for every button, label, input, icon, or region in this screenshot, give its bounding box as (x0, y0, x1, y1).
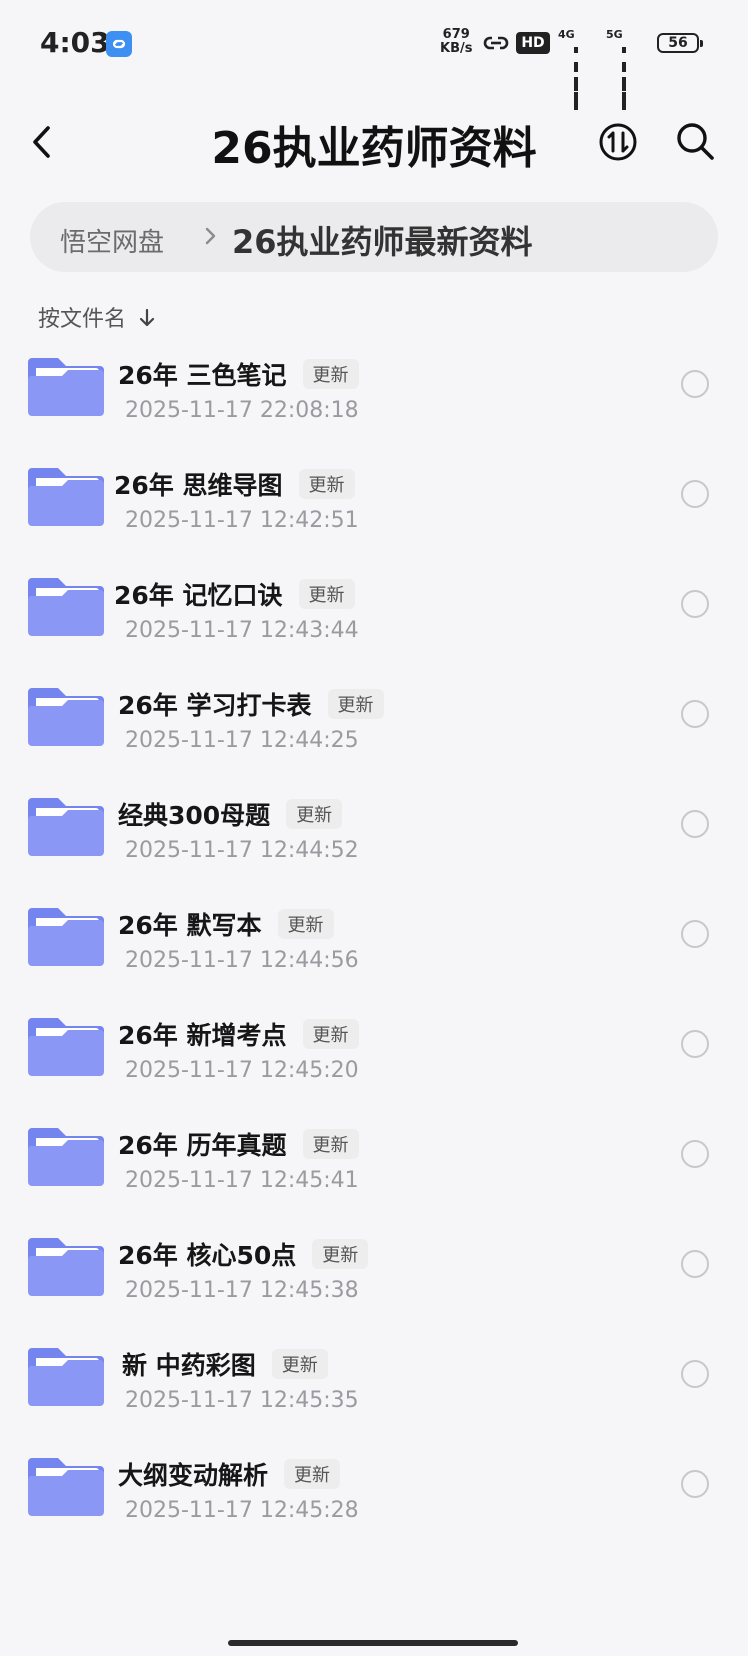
folder-row[interactable]: 26年 核心50点 更新 2025-11-17 12:45:38 (0, 1220, 748, 1335)
update-badge: 更新 (277, 909, 334, 939)
folder-icon (28, 688, 104, 746)
folder-date: 2025-11-17 12:43:44 (125, 618, 359, 643)
folder-name: 26年 新增考点 (118, 1021, 287, 1050)
folder-name: 大纲变动解析 (118, 1461, 269, 1490)
folder-row[interactable]: 新 中药彩图 更新 2025-11-17 12:45:35 (0, 1330, 748, 1445)
folder-icon (28, 908, 104, 966)
folder-row[interactable]: 26年 三色笔记 更新 2025-11-17 22:08:18 (0, 340, 748, 455)
update-badge: 更新 (327, 689, 384, 719)
folder-row[interactable]: 26年 记忆口诀 更新 2025-11-17 12:43:44 (0, 560, 748, 675)
folder-name: 26年 默写本 (118, 911, 262, 940)
status-time: 4:03 (40, 26, 110, 59)
folder-icon (28, 1348, 104, 1406)
folder-name-line: 26年 思维导图 更新 (114, 466, 355, 502)
update-badge: 更新 (271, 1349, 328, 1379)
update-badge: 更新 (298, 579, 355, 609)
folder-date: 2025-11-17 12:44:52 (125, 838, 359, 863)
folder-name: 经典300母题 (118, 801, 271, 830)
folder-date: 2025-11-17 12:45:20 (125, 1058, 359, 1083)
folder-icon (28, 1128, 104, 1186)
folder-name: 26年 核心50点 (118, 1241, 297, 1270)
update-badge: 更新 (302, 1019, 359, 1049)
folder-name-line: 新 中药彩图 更新 (122, 1346, 328, 1382)
folder-row[interactable]: 26年 学习打卡表 更新 2025-11-17 12:44:25 (0, 670, 748, 785)
folder-row[interactable]: 26年 默写本 更新 2025-11-17 12:44:56 (0, 890, 748, 1005)
battery-icon: 56 (657, 33, 703, 53)
link-app-icon (106, 31, 132, 57)
search-button[interactable] (674, 120, 716, 162)
folder-row[interactable]: 26年 历年真题 更新 2025-11-17 12:45:41 (0, 1110, 748, 1225)
folder-date: 2025-11-17 12:45:28 (125, 1498, 359, 1523)
update-badge: 更新 (298, 469, 355, 499)
folder-row[interactable]: 26年 新增考点 更新 2025-11-17 12:45:20 (0, 1000, 748, 1115)
breadcrumb: 悟空网盘 26执业药师最新资料 (30, 202, 718, 272)
sort-toggle-icon (599, 123, 637, 161)
select-checkbox[interactable] (681, 920, 709, 948)
folder-date: 2025-11-17 12:44:25 (125, 728, 359, 753)
folder-date: 2025-11-17 22:08:18 (125, 398, 359, 423)
breadcrumb-current: 26执业药师最新资料 (232, 223, 533, 261)
folder-date: 2025-11-17 12:44:56 (125, 948, 359, 973)
folder-row[interactable]: 经典300母题 更新 2025-11-17 12:44:52 (0, 780, 748, 895)
folder-name-line: 大纲变动解析 更新 (118, 1456, 341, 1492)
folder-icon (28, 578, 104, 636)
chevron-right-icon (205, 227, 216, 245)
signal-bars-icon (622, 34, 628, 110)
folder-row[interactable]: 大纲变动解析 更新 2025-11-17 12:45:28 (0, 1440, 748, 1555)
folder-name-line: 26年 历年真题 更新 (118, 1126, 359, 1162)
folder-date: 2025-11-17 12:45:35 (125, 1388, 359, 1413)
select-checkbox[interactable] (681, 1140, 709, 1168)
select-checkbox[interactable] (681, 810, 709, 838)
folder-name-line: 26年 记忆口诀 更新 (114, 576, 355, 612)
update-badge: 更新 (302, 359, 359, 389)
folder-icon (28, 468, 104, 526)
update-badge: 更新 (302, 1129, 359, 1159)
folder-date: 2025-11-17 12:42:51 (125, 508, 359, 533)
breadcrumb-root[interactable]: 悟空网盘 (60, 222, 164, 259)
folder-name-line: 26年 新增考点 更新 (118, 1016, 359, 1052)
sort-by-name-toggle[interactable]: 按文件名 (38, 301, 155, 333)
select-checkbox[interactable] (681, 370, 709, 398)
folder-name: 新 中药彩图 (122, 1351, 256, 1380)
select-checkbox[interactable] (681, 590, 709, 618)
folder-name: 26年 三色笔记 (118, 361, 287, 390)
folder-name: 26年 学习打卡表 (118, 691, 312, 720)
select-checkbox[interactable] (681, 1030, 709, 1058)
folder-icon (28, 1458, 104, 1516)
search-icon (677, 123, 714, 160)
sort-button[interactable] (598, 122, 638, 162)
folder-icon (28, 798, 104, 856)
select-checkbox[interactable] (681, 700, 709, 728)
folder-name: 26年 历年真题 (118, 1131, 287, 1160)
folder-name-line: 26年 默写本 更新 (118, 906, 334, 942)
signal-bars-icon (574, 34, 580, 110)
status-bar: 4:03 679 KB/s HD 4G 5G 56 (0, 0, 748, 110)
sort-label: 按文件名 (38, 307, 127, 332)
select-checkbox[interactable] (681, 1250, 709, 1278)
folder-name-line: 经典300母题 更新 (118, 796, 343, 832)
update-badge: 更新 (286, 799, 343, 829)
select-checkbox[interactable] (681, 1470, 709, 1498)
folder-date: 2025-11-17 12:45:38 (125, 1278, 359, 1303)
folder-name: 26年 思维导图 (114, 471, 283, 500)
folder-row[interactable]: 26年 思维导图 更新 2025-11-17 12:42:51 (0, 450, 748, 565)
arrow-down-icon (139, 308, 155, 327)
home-indicator[interactable] (228, 1640, 518, 1646)
folder-name-line: 26年 学习打卡表 更新 (118, 686, 384, 722)
select-checkbox[interactable] (681, 480, 709, 508)
update-badge: 更新 (312, 1239, 369, 1269)
folder-icon (28, 358, 104, 416)
folder-icon (28, 1238, 104, 1296)
link-status-icon (483, 36, 509, 50)
folder-name-line: 26年 核心50点 更新 (118, 1236, 369, 1272)
folder-icon (28, 1018, 104, 1076)
network-speed: 679 KB/s (440, 27, 473, 56)
top-app-bar: 26执业药师资料 (0, 100, 748, 180)
folder-name: 26年 记忆口诀 (114, 581, 283, 610)
folder-name-line: 26年 三色笔记 更新 (118, 356, 359, 392)
update-badge: 更新 (284, 1459, 341, 1489)
select-checkbox[interactable] (681, 1360, 709, 1388)
hd-voice-badge: HD (516, 32, 550, 54)
folder-date: 2025-11-17 12:45:41 (125, 1168, 359, 1193)
